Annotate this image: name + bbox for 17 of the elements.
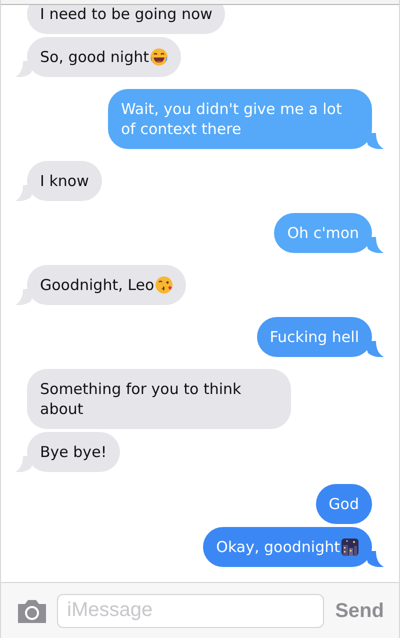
camera-icon[interactable] <box>16 598 48 622</box>
message-text: Something for you to think about <box>40 379 242 419</box>
kissing-face-icon <box>155 276 174 294</box>
message-input-field[interactable]: iMessage <box>57 594 324 628</box>
night-city-icon <box>341 538 359 556</box>
laughing-face-icon <box>150 48 168 66</box>
message-text: Fucking hell <box>270 327 359 347</box>
message-text: Okay, goodnight <box>216 537 340 557</box>
message-text: Bye bye! <box>40 442 107 462</box>
message-text: So, good night <box>40 47 149 67</box>
message-text: Oh c'mon <box>287 223 359 243</box>
message-text: I know <box>40 171 89 191</box>
message-text: Goodnight, Leo <box>40 275 154 295</box>
message-text: God <box>328 494 359 514</box>
send-button[interactable]: Send <box>333 596 384 626</box>
message-text: I need to be going now <box>40 5 212 24</box>
message-text: Wait, you didn't give me a lot of context there <box>121 99 343 139</box>
